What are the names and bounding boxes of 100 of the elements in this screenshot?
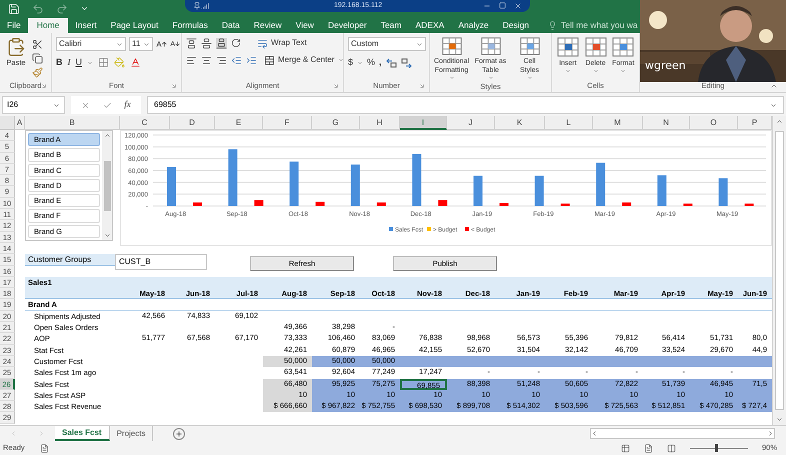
ribbon-tab[interactable]: Insert — [68, 18, 104, 33]
ribbon-tab[interactable]: Formulas — [165, 18, 215, 33]
cancel-icon[interactable] — [81, 100, 90, 110]
scroll-left-icon — [591, 430, 598, 437]
italic-button[interactable]: I — [68, 56, 70, 70]
ribbon-tab[interactable]: Team — [374, 18, 408, 33]
ribbon-tab[interactable]: View — [288, 18, 321, 33]
restore-icon[interactable] — [499, 2, 506, 9]
ribbon-tab[interactable]: Home — [28, 18, 68, 33]
close-icon[interactable] — [514, 2, 522, 10]
column-letter[interactable]: O — [690, 116, 738, 130]
comma-button[interactable]: , — [379, 56, 382, 70]
normal-view-icon[interactable] — [620, 444, 630, 452]
bar — [657, 175, 666, 206]
style-grid-icon — [440, 37, 463, 56]
column-letter[interactable]: E — [215, 116, 263, 130]
ribbon-tab[interactable]: Analyze — [451, 18, 496, 33]
signal-icon — [201, 2, 209, 10]
borders-icon[interactable] — [98, 57, 109, 68]
caret-icon — [416, 40, 423, 48]
column-letter[interactable]: C — [120, 116, 170, 130]
participant-name: wgreen — [645, 58, 686, 74]
decrease-indent-icon[interactable] — [231, 54, 242, 66]
dialog-launcher-icon[interactable] — [419, 83, 425, 90]
zoom-slider[interactable] — [690, 444, 748, 452]
ribbon-tab[interactable]: ADEXA — [408, 18, 452, 33]
page-layout-icon[interactable] — [644, 444, 653, 452]
number-format-field[interactable]: Custom — [348, 37, 426, 51]
column-letter[interactable]: H — [360, 116, 400, 130]
customize-icon[interactable] — [80, 4, 89, 13]
align-bottom-icon[interactable] — [216, 38, 227, 48]
name-box[interactable]: I26 — [2, 96, 65, 114]
ribbon-tab[interactable]: Design — [496, 18, 536, 33]
save-icon[interactable] — [8, 2, 20, 14]
font-color-icon[interactable] — [130, 57, 141, 68]
shrink-font-icon[interactable] — [170, 39, 180, 49]
page-break-icon[interactable] — [666, 444, 676, 452]
column-letter[interactable]: P — [738, 116, 772, 130]
bold-button[interactable]: B — [56, 56, 62, 70]
caret-icon — [87, 60, 93, 66]
caret-icon — [116, 40, 123, 48]
bar — [193, 202, 202, 206]
caret-icon — [488, 75, 494, 81]
merge-center-button[interactable]: Merge & Center — [264, 54, 334, 66]
align-top-icon[interactable] — [186, 38, 197, 48]
currency-button[interactable]: $ — [348, 56, 354, 70]
formula-field[interactable]: 69855 — [147, 96, 784, 114]
macro-record-icon[interactable] — [40, 444, 49, 452]
bar — [744, 204, 754, 206]
column-letter[interactable]: J — [447, 116, 495, 130]
align-center-icon[interactable] — [201, 54, 212, 66]
font-name-field[interactable]: Calibri — [56, 37, 126, 51]
clipboard-icon — [6, 37, 26, 57]
wrap-text-button[interactable]: Wrap Text — [257, 37, 307, 49]
ribbon-tab[interactable]: Developer — [320, 18, 374, 33]
font-size-field[interactable]: 11 — [129, 37, 153, 51]
horizontal-scrollbar[interactable] — [590, 428, 775, 439]
orientation-icon[interactable] — [231, 38, 241, 48]
ribbon-tab[interactable]: Data — [214, 18, 247, 33]
cut-icon[interactable] — [32, 39, 43, 50]
column-letter[interactable]: L — [545, 116, 593, 130]
pin-icon[interactable] — [193, 2, 201, 10]
column-letter[interactable]: A — [15, 116, 25, 130]
customer-group-field[interactable]: CUST_B — [115, 254, 207, 270]
bar — [412, 154, 422, 206]
column-letter[interactable]: D — [170, 116, 215, 130]
cells-grid-icon — [612, 37, 634, 57]
column-letter[interactable]: I — [400, 116, 447, 130]
column-letter[interactable]: K — [495, 116, 545, 130]
ribbon-tab[interactable]: Page Layout — [104, 18, 166, 33]
ribbon-tab[interactable]: Review — [246, 18, 289, 33]
dialog-launcher-icon[interactable] — [41, 83, 47, 90]
align-middle-icon[interactable] — [201, 38, 212, 48]
column-letter[interactable]: M — [593, 116, 643, 130]
align-left-icon[interactable] — [186, 54, 197, 66]
underline-button[interactable]: U — [76, 56, 82, 70]
ribbon-tab[interactable]: File — [0, 18, 28, 33]
column-letter[interactable]: N — [643, 116, 690, 130]
column-letter[interactable]: G — [312, 116, 360, 130]
copy-icon[interactable] — [32, 53, 43, 64]
sheet-tab[interactable]: Sales Fcst — [55, 426, 110, 441]
column-letter[interactable]: B — [25, 116, 120, 130]
add-sheet-icon[interactable] — [173, 428, 186, 440]
increase-indent-icon[interactable] — [246, 54, 257, 66]
increase-decimal-icon[interactable] — [386, 58, 397, 68]
fill-color-icon[interactable] — [114, 57, 125, 68]
caret-icon — [143, 40, 150, 48]
dialog-launcher-icon[interactable] — [333, 83, 339, 90]
vertical-scrollbar[interactable] — [772, 116, 786, 425]
column-letter[interactable]: F — [263, 116, 312, 130]
wrap-text-icon — [257, 38, 268, 48]
grow-font-icon[interactable] — [156, 38, 167, 50]
tell-me-field[interactable]: Tell me what you wa — [548, 18, 638, 33]
insert-function-button[interactable]: fx — [124, 98, 131, 112]
percent-button[interactable]: % — [367, 56, 376, 70]
dialog-launcher-icon[interactable] — [171, 83, 177, 90]
list-scrollbar[interactable] — [102, 131, 112, 240]
decrease-decimal-icon[interactable] — [400, 58, 412, 68]
caret-icon — [53, 102, 60, 108]
align-right-icon[interactable] — [216, 54, 227, 66]
